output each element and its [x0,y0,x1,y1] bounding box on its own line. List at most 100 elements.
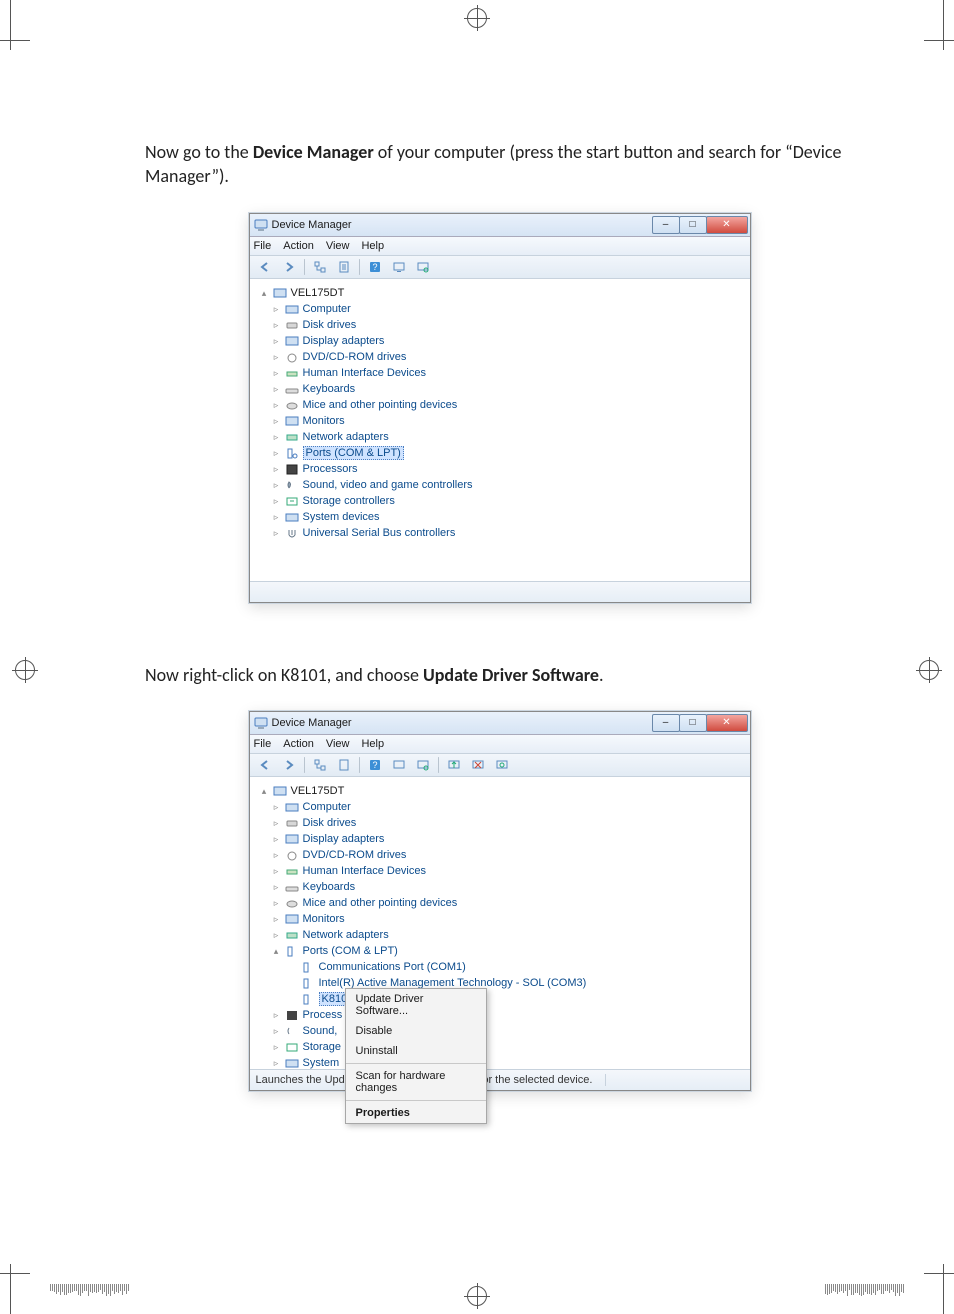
tree-item[interactable]: ▹Storage [272,1040,744,1055]
tree-item[interactable]: ▹Monitors [272,912,744,927]
p2-text-c: . [599,664,604,686]
forward-icon[interactable] [278,755,300,775]
tree-item[interactable]: ▹Display adapters [272,334,744,349]
back-icon[interactable] [254,755,276,775]
forward-icon[interactable] [278,257,300,277]
tree-item[interactable]: ▹Computer [272,302,744,317]
barcode-right [825,1284,904,1294]
tree-item[interactable]: ▹Mice and other pointing devices [272,896,744,911]
window-title: Device Manager [272,717,352,729]
context-uninstall[interactable]: Uninstall [346,1041,486,1061]
tree-root[interactable]: ▴VEL175DT [260,286,744,301]
menu-file[interactable]: File [254,738,272,750]
menubar: File Action View Help [250,735,750,754]
properties-icon[interactable] [333,257,355,277]
toolbar-sep [304,259,305,275]
statusbar: Launches the Update Driver Software Wiza… [250,1069,750,1090]
uninstall-icon[interactable] [467,755,489,775]
tree-root[interactable]: ▴VEL175DT [260,784,744,799]
tree-item[interactable]: ▹Sound, video and game controllers [272,478,744,493]
statusbar [250,581,750,602]
tree-item[interactable]: ▹Keyboards [272,880,744,895]
p1-text-b: Device Manager [253,141,374,163]
tree-item[interactable]: ▹Disk drives [272,816,744,831]
device-tree: ▴VEL175DT ▹Computer ▹Disk drives ▹Displa… [250,777,750,1069]
minimize-button[interactable]: – [652,216,680,234]
tree-item[interactable]: ▹Disk drives [272,318,744,333]
tree-item[interactable]: ▹System devices [272,510,744,525]
instruction-paragraph-1: Now go to the Device Manager of your com… [145,140,854,189]
tree-item[interactable]: ▹Sound, [272,1024,744,1039]
tree-item[interactable]: ▹System [272,1056,744,1069]
refresh-icon[interactable] [388,257,410,277]
refresh-icon[interactable] [388,755,410,775]
back-icon[interactable] [254,257,276,277]
help-icon[interactable]: ? [364,755,386,775]
p2-text-b: Update Driver Software [423,664,599,686]
menubar: File Action View Help [250,237,750,256]
tree-item[interactable]: ▹Keyboards [272,382,744,397]
context-disable[interactable]: Disable [346,1021,486,1041]
menu-action[interactable]: Action [283,240,314,252]
tree-item[interactable]: ▹Network adapters [272,430,744,445]
p1-text-a: Now go to the [145,141,253,163]
tree-icon[interactable] [309,755,331,775]
tree-item[interactable]: ▹Computer [272,800,744,815]
tree-item[interactable]: ▹Universal Serial Bus controllers [272,526,744,541]
registration-mark-icon [467,8,487,28]
scan-icon[interactable] [412,755,434,775]
app-icon [254,716,268,730]
update-icon[interactable] [443,755,465,775]
context-menu: Update Driver Software... Disable Uninst… [345,988,487,1124]
properties-icon[interactable] [333,755,355,775]
registration-mark-icon [919,660,939,680]
menu-view[interactable]: View [326,240,350,252]
tree-item-selected[interactable]: ▹Ports (COM & LPT) [272,446,744,461]
scan-icon[interactable] [412,257,434,277]
maximize-button[interactable]: □ [679,714,707,732]
menu-file[interactable]: File [254,240,272,252]
device-tree: ▴VEL175DT ▹Computer ▹Disk drives ▹Displa… [250,279,750,581]
menu-help[interactable]: Help [361,738,384,750]
context-properties[interactable]: Properties [346,1100,486,1123]
tree-item[interactable]: ▹DVD/CD-ROM drives [272,350,744,365]
tree-item-ports[interactable]: ▴Ports (COM & LPT) [272,944,744,959]
tree-item[interactable]: ▹Display adapters [272,832,744,847]
tree-item[interactable]: ▹Human Interface Devices [272,864,744,879]
device-manager-window-2: Device Manager – □ ✕ File Action View He… [249,711,751,1091]
menu-action[interactable]: Action [283,738,314,750]
menu-view[interactable]: View [326,738,350,750]
help-icon[interactable]: ? [364,257,386,277]
minimize-button[interactable]: – [652,714,680,732]
toolbar: ? [250,754,750,777]
registration-mark-icon [467,1286,487,1306]
svg-text:?: ? [372,760,377,770]
tree-item[interactable]: ▹Processors [272,462,744,477]
tree-item[interactable]: ▹Monitors [272,414,744,429]
tree-icon[interactable] [309,257,331,277]
close-button[interactable]: ✕ [706,714,748,732]
context-update[interactable]: Update Driver Software... [346,989,486,1021]
maximize-button[interactable]: □ [679,216,707,234]
toolbar-sep [359,757,360,773]
tree-item[interactable]: ▹Storage controllers [272,494,744,509]
tree-item[interactable]: ▹Mice and other pointing devices [272,398,744,413]
toolbar-sep [438,757,439,773]
context-scan[interactable]: Scan for hardware changes [346,1063,486,1098]
device-manager-window-1: Device Manager – □ ✕ File Action View He… [249,213,751,603]
instruction-paragraph-2: Now right-click on K8101, and choose Upd… [145,663,854,687]
window-title: Device Manager [272,219,352,231]
tree-item[interactable]: ▹DVD/CD-ROM drives [272,848,744,863]
menu-help[interactable]: Help [361,240,384,252]
titlebar[interactable]: Device Manager – □ ✕ [250,214,750,237]
tree-item[interactable]: ▹Process [272,1008,744,1023]
scan2-icon[interactable] [491,755,513,775]
tree-item[interactable]: Communications Port (COM1) [288,960,744,975]
p2-text-a: Now right-click on K8101, and choose [145,664,423,686]
close-button[interactable]: ✕ [706,216,748,234]
tree-item[interactable]: ▹Human Interface Devices [272,366,744,381]
tree-item[interactable]: ▹Network adapters [272,928,744,943]
titlebar[interactable]: Device Manager – □ ✕ [250,712,750,735]
toolbar-sep [304,757,305,773]
toolbar: ? [250,256,750,279]
